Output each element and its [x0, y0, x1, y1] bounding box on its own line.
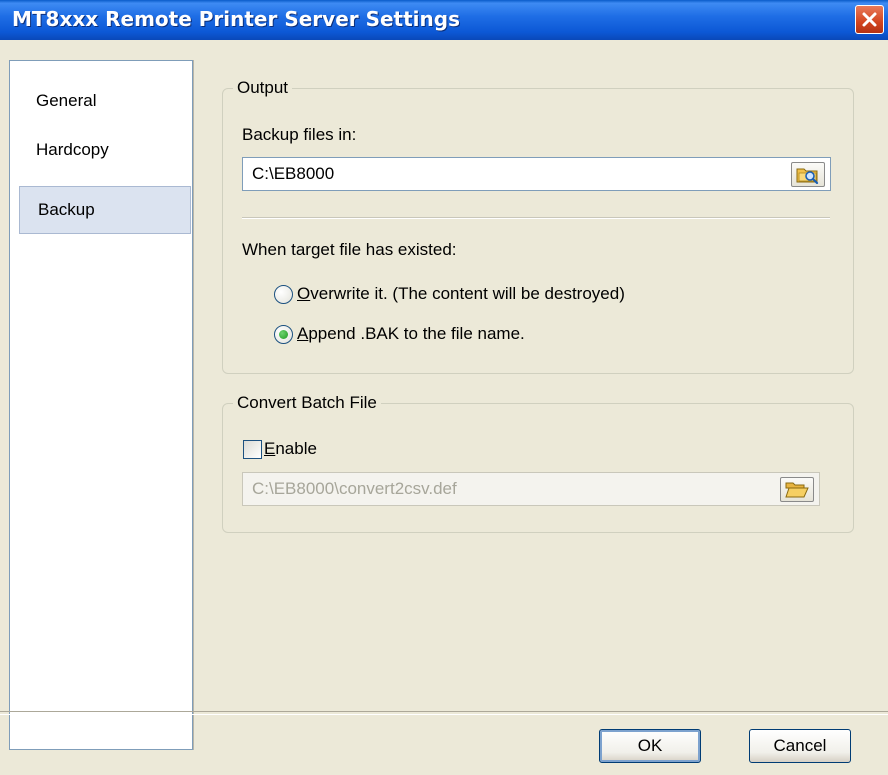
cancel-button[interactable]: Cancel — [749, 729, 851, 763]
convert-batch-group: Convert Batch File — [222, 393, 854, 533]
radio-selected-dot — [279, 330, 288, 339]
sidebar: General Hardcopy Backup — [9, 60, 193, 750]
backup-path-value: C:\EB8000 — [252, 164, 335, 183]
sidebar-item-label: Backup — [38, 200, 95, 219]
footer-divider — [0, 711, 888, 715]
browse-backup-button[interactable] — [791, 162, 825, 187]
convert-batch-group-title: Convert Batch File — [237, 393, 377, 412]
window-title: MT8xxx Remote Printer Server Settings — [12, 7, 460, 31]
enable-checkbox[interactable] — [243, 440, 262, 459]
browse-folder-icon — [796, 168, 819, 184]
title-bar[interactable]: MT8xxx Remote Printer Server Settings — [0, 0, 888, 40]
sidebar-item-label: General — [36, 91, 97, 110]
output-separator — [242, 217, 830, 219]
append-bak-radio[interactable] — [274, 325, 293, 344]
browse-convert-button[interactable] — [780, 477, 814, 502]
close-button[interactable] — [855, 5, 884, 34]
convert-path-field[interactable]: C:\EB8000\convert2csv.def — [242, 472, 820, 506]
overwrite-radio[interactable] — [274, 285, 293, 304]
dialog-content: General Hardcopy Backup Output Backup fi… — [0, 40, 888, 775]
overwrite-option-label[interactable]: Overwrite it. (The content will be destr… — [297, 284, 625, 304]
settings-dialog: MT8xxx Remote Printer Server Settings Ge… — [0, 0, 888, 775]
backup-files-label: Backup files in: — [242, 125, 357, 144]
open-folder-icon — [785, 482, 809, 498]
output-group-title: Output — [237, 78, 289, 97]
sidebar-item-general[interactable]: General — [18, 78, 191, 126]
close-icon — [862, 12, 877, 27]
backup-path-field[interactable]: C:\EB8000 — [242, 157, 831, 191]
ok-button[interactable]: OK — [599, 729, 701, 763]
target-exists-label: When target file has existed: — [242, 240, 457, 259]
sidebar-item-backup[interactable]: Backup — [19, 186, 191, 234]
enable-checkbox-label[interactable]: Enable — [264, 439, 317, 459]
sidebar-item-hardcopy[interactable]: Hardcopy — [18, 127, 191, 175]
append-bak-option-label[interactable]: Append .BAK to the file name. — [297, 324, 525, 344]
panel-divider — [193, 60, 194, 750]
sidebar-item-label: Hardcopy — [36, 140, 109, 159]
convert-path-value: C:\EB8000\convert2csv.def — [252, 479, 457, 498]
